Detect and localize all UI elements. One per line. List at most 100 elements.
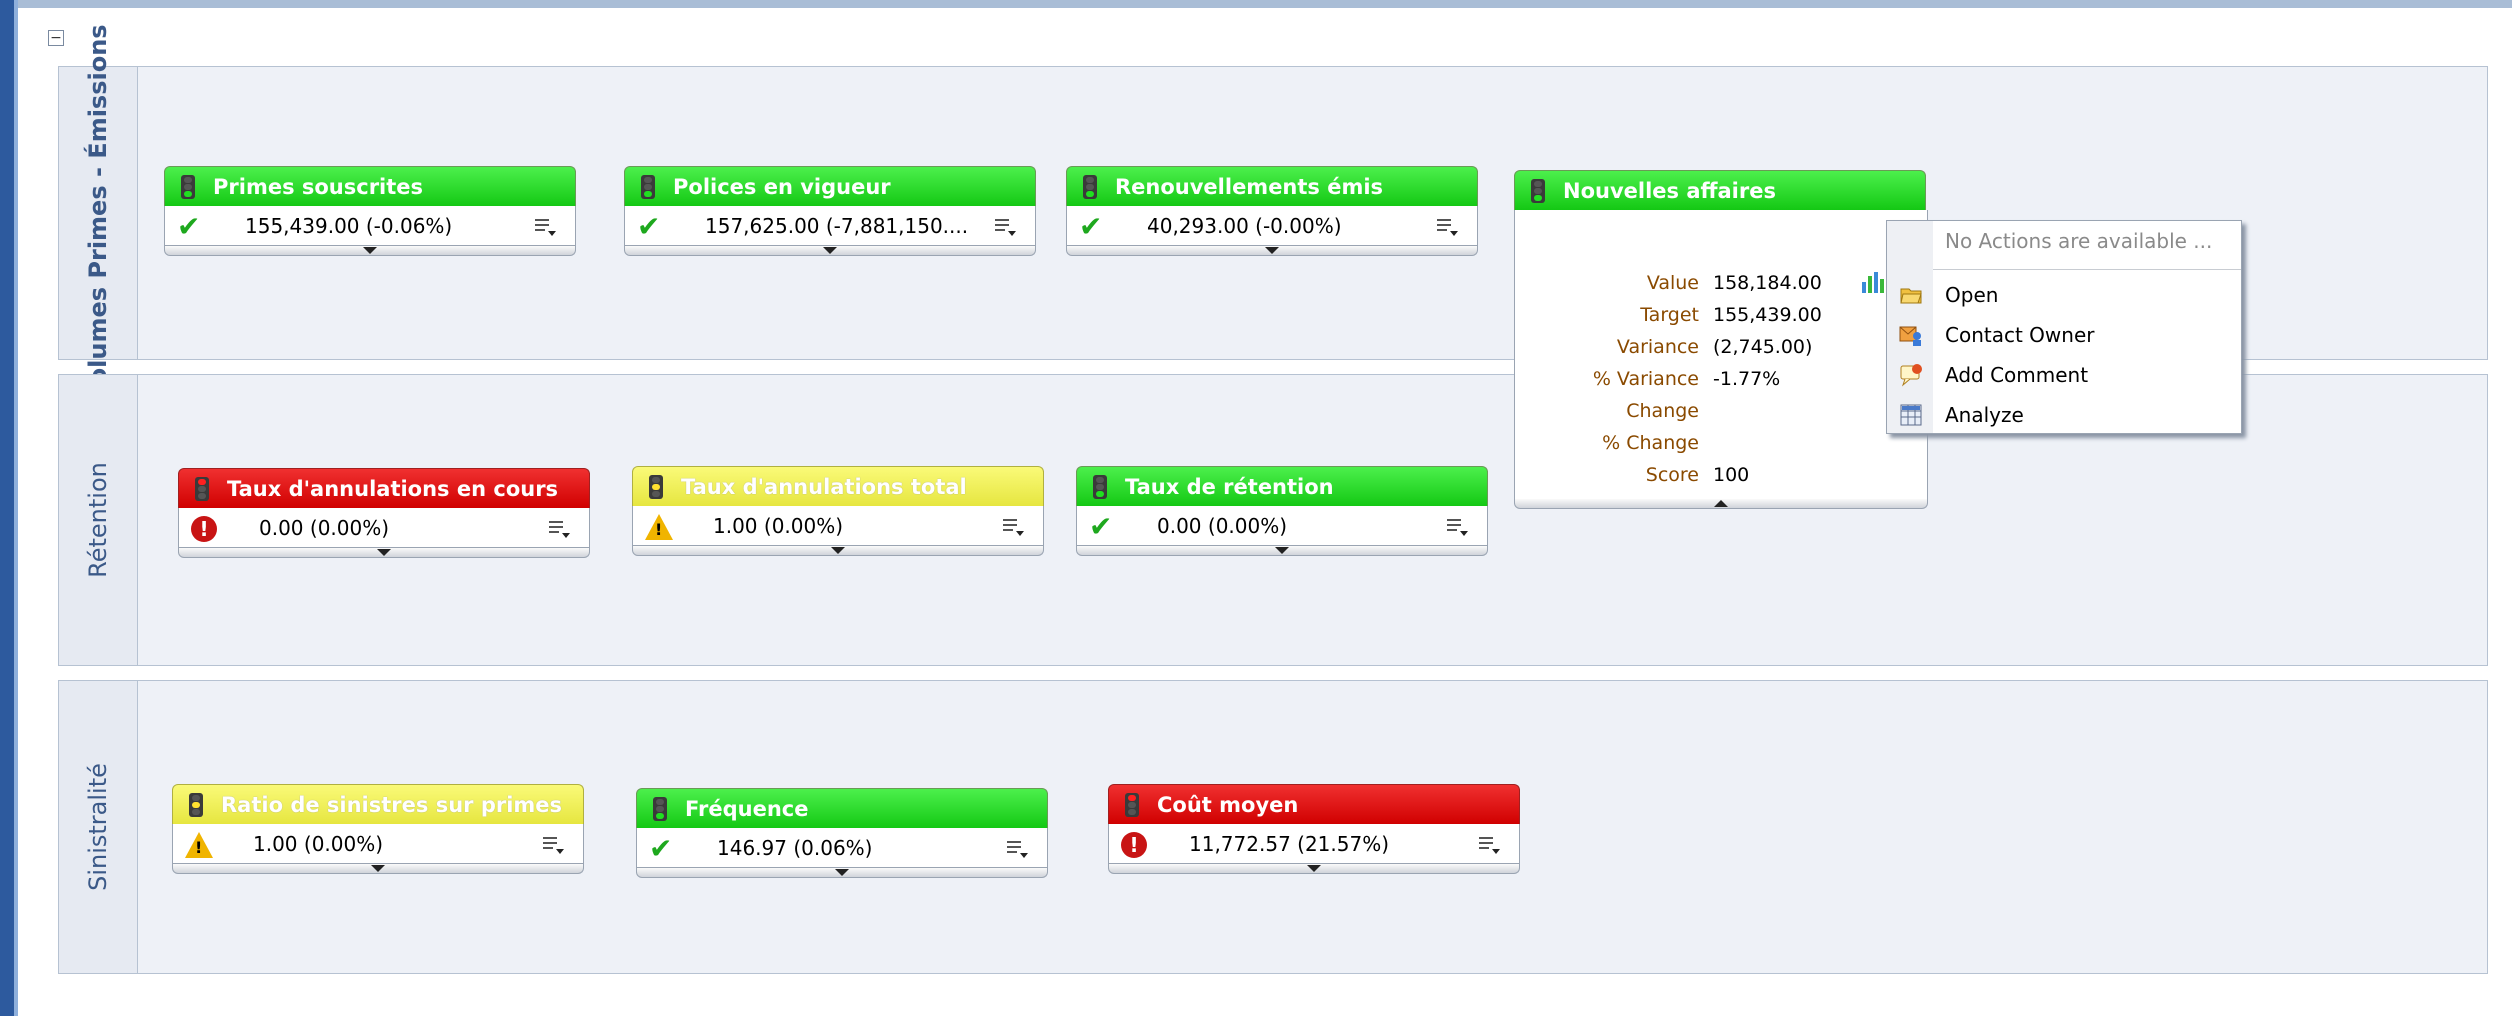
detail-label: % Change <box>1602 432 1699 454</box>
kpi-menu-icon[interactable] <box>541 833 567 857</box>
kpi-value: 157,625.00 (-7,881,150.... <box>705 214 969 238</box>
kpi-widget[interactable]: Taux d'annulations total ! 1.00 (0.00%) <box>632 466 1044 566</box>
menu-item-contact-owner[interactable]: Contact Owner <box>1887 315 2241 355</box>
menu-item-label: Add Comment <box>1945 363 2089 387</box>
critical-alert-icon: ! <box>191 516 217 542</box>
kpi-menu-icon[interactable] <box>547 517 573 541</box>
expand-toggle[interactable] <box>1066 246 1478 256</box>
menu-header-label: No Actions are available ... <box>1945 229 2213 253</box>
chevron-down-icon <box>835 869 849 876</box>
kpi-menu-icon[interactable] <box>1477 833 1503 857</box>
kpi-widget[interactable]: Taux d'annulations en cours ! 0.00 (0.00… <box>178 468 590 568</box>
warning-icon: ! <box>185 832 213 858</box>
kpi-body: ✔ 40,293.00 (-0.00%) <box>1066 206 1478 246</box>
chevron-down-icon <box>1275 547 1289 554</box>
detail-value: -1.77% <box>1713 368 1781 390</box>
kpi-title: Renouvellements émis <box>1115 175 1384 199</box>
kpi-header[interactable]: Taux d'annulations total <box>632 466 1044 506</box>
traffic-light-icon <box>181 175 195 199</box>
expand-toggle[interactable] <box>636 868 1048 878</box>
traffic-light-icon <box>1531 179 1545 203</box>
kpi-menu-icon[interactable] <box>1445 515 1471 539</box>
kpi-header[interactable]: Taux d'annulations en cours <box>178 468 590 508</box>
kpi-widget[interactable]: Renouvellements émis ✔ 40,293.00 (-0.00%… <box>1066 166 1478 266</box>
kpi-detail-panel: Value 158,184.00 Target 155,439.00 Varianc… <box>1514 210 1928 509</box>
menu-item-analyze[interactable]: Analyze <box>1887 395 2241 435</box>
checkmark-icon: ✔ <box>637 210 661 243</box>
warning-icon: ! <box>645 514 673 540</box>
collapse-detail-toggle[interactable] <box>1514 499 1928 509</box>
menu-item-open[interactable]: Open <box>1887 275 2241 315</box>
expand-toggle[interactable] <box>632 546 1044 556</box>
expand-toggle[interactable] <box>164 246 576 256</box>
kpi-title: Taux d'annulations en cours <box>227 477 559 501</box>
traffic-light-icon <box>195 477 209 501</box>
expand-toggle[interactable] <box>1108 864 1520 874</box>
kpi-title: Coût moyen <box>1157 793 1299 817</box>
detail-label: Change <box>1626 400 1699 422</box>
left-frame-bar <box>0 0 14 1016</box>
section-label: Rétention <box>59 375 138 665</box>
chart-icon[interactable] <box>1860 270 1886 294</box>
chevron-down-icon <box>377 549 391 556</box>
kpi-menu-icon[interactable] <box>1435 215 1461 239</box>
left-frame-edge <box>14 0 18 1016</box>
expand-toggle[interactable] <box>178 548 590 558</box>
menu-item-label: Open <box>1945 283 1999 307</box>
expand-toggle[interactable] <box>172 864 584 874</box>
kpi-body: ! 1.00 (0.00%) <box>632 506 1044 546</box>
kpi-title: Primes souscrites <box>213 175 424 199</box>
kpi-header[interactable]: Ratio de sinistres sur primes <box>172 784 584 824</box>
collapse-all-button[interactable]: − <box>48 30 64 46</box>
kpi-title: Fréquence <box>685 797 809 821</box>
kpi-widget[interactable]: Ratio de sinistres sur primes ! 1.00 (0.… <box>172 784 584 884</box>
section-title: Sinistralité <box>84 763 112 891</box>
kpi-menu-icon[interactable] <box>993 215 1019 239</box>
kpi-header[interactable]: Renouvellements émis <box>1066 166 1478 206</box>
kpi-menu-icon[interactable] <box>1005 837 1031 861</box>
detail-row: % Variance -1.77% <box>1515 368 1925 398</box>
kpi-header[interactable]: Nouvelles affaires <box>1514 170 1926 210</box>
menu-item-add-comment[interactable]: Add Comment <box>1887 355 2241 395</box>
menu-item-label: Contact Owner <box>1945 323 2095 347</box>
kpi-value: 155,439.00 (-0.06%) <box>245 214 453 238</box>
traffic-light-icon <box>1125 793 1139 817</box>
chevron-down-icon <box>823 247 837 254</box>
kpi-header[interactable]: Fréquence <box>636 788 1048 828</box>
kpi-header[interactable]: Coût moyen <box>1108 784 1520 824</box>
detail-label: % Variance <box>1592 368 1699 390</box>
folder-open-icon <box>1900 288 1922 304</box>
kpi-menu-icon[interactable] <box>533 215 559 239</box>
kpi-widget[interactable]: Coût moyen ! 11,772.57 (21.57%) <box>1108 784 1520 884</box>
section-label: Sinistralité <box>59 681 138 973</box>
checkmark-icon: ✔ <box>1079 210 1103 243</box>
kpi-body: ✔ 146.97 (0.06%) <box>636 828 1048 868</box>
chevron-down-icon <box>1265 247 1279 254</box>
contact-owner-icon <box>1899 326 1921 346</box>
checkmark-icon: ✔ <box>177 210 201 243</box>
top-frame-line <box>18 0 2512 8</box>
kpi-title: Nouvelles affaires <box>1563 179 1776 203</box>
kpi-widget[interactable]: Primes souscrites ✔ 155,439.00 (-0.06%) <box>164 166 576 266</box>
section-title: Rétention <box>84 462 112 578</box>
chevron-down-icon <box>371 865 385 872</box>
expand-toggle[interactable] <box>1076 546 1488 556</box>
kpi-header[interactable]: Taux de rétention <box>1076 466 1488 506</box>
kpi-widget[interactable]: Polices en vigueur ✔ 157,625.00 (-7,881,… <box>624 166 1036 266</box>
menu-no-actions: No Actions are available ... <box>1887 221 2241 261</box>
kpi-widget[interactable]: Fréquence ✔ 146.97 (0.06%) <box>636 788 1048 888</box>
kpi-widget[interactable]: Taux de rétention ✔ 0.00 (0.00%) <box>1076 466 1488 566</box>
kpi-header[interactable]: Polices en vigueur <box>624 166 1036 206</box>
section-label: Volumes Primes - Émissions <box>59 24 138 402</box>
checkmark-icon: ✔ <box>1089 510 1113 543</box>
expand-toggle[interactable] <box>624 246 1036 256</box>
traffic-light-icon <box>1083 175 1097 199</box>
kpi-title: Taux de rétention <box>1125 475 1334 499</box>
menu-separator <box>1933 269 2241 270</box>
kpi-menu-icon[interactable] <box>1001 515 1027 539</box>
kpi-body: ! 0.00 (0.00%) <box>178 508 590 548</box>
detail-value: 155,439.00 <box>1713 304 1822 326</box>
kpi-value: 11,772.57 (21.57%) <box>1189 832 1390 856</box>
kpi-header[interactable]: Primes souscrites <box>164 166 576 206</box>
detail-label: Value <box>1646 272 1699 294</box>
